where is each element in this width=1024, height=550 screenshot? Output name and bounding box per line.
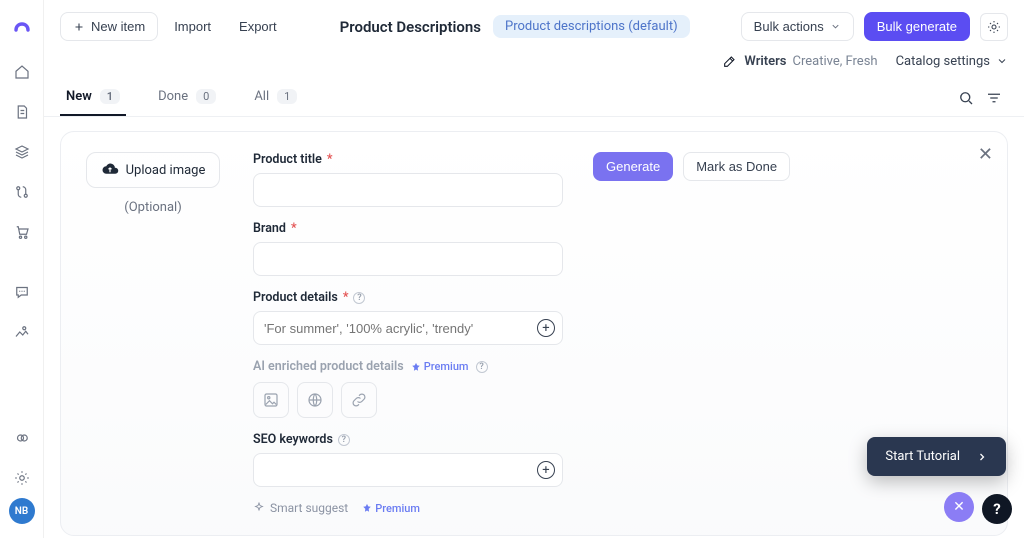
ai-enriched-label: AI enriched product details Premium ? xyxy=(253,359,563,374)
left-sidebar: NB xyxy=(0,0,44,538)
circles-icon[interactable] xyxy=(9,425,35,451)
bulk-actions-button[interactable]: Bulk actions xyxy=(741,12,854,41)
search-icon[interactable] xyxy=(952,84,980,112)
smart-suggest-button[interactable]: Smart suggest xyxy=(253,501,348,515)
product-details-input[interactable] xyxy=(253,311,563,345)
product-details-label: Product details* ? xyxy=(253,290,563,305)
upload-optional-label: (Optional) xyxy=(124,200,181,215)
seo-keywords-input[interactable] xyxy=(253,453,563,487)
seo-keywords-label: SEO keywords ? xyxy=(253,432,563,447)
document-icon[interactable] xyxy=(9,99,35,125)
new-item-button[interactable]: New item xyxy=(60,12,158,41)
git-compare-icon[interactable] xyxy=(9,179,35,205)
ai-link-icon[interactable] xyxy=(341,382,377,418)
add-detail-icon[interactable]: + xyxy=(537,319,555,337)
image-icon[interactable] xyxy=(9,319,35,345)
premium-badge: Premium xyxy=(411,360,469,373)
help-icon[interactable]: ? xyxy=(338,434,350,446)
start-tutorial-button[interactable]: Start Tutorial xyxy=(867,437,1006,476)
import-button[interactable]: Import xyxy=(162,13,223,40)
template-pill[interactable]: Product descriptions (default) xyxy=(493,15,690,38)
premium-badge: Premium xyxy=(362,502,420,515)
topbar: New item Import Export Product Descripti… xyxy=(44,0,1024,49)
mark-done-button[interactable]: Mark as Done xyxy=(683,152,790,181)
fab-help-button[interactable]: ? xyxy=(982,494,1012,524)
writers-selector[interactable]: Writers Creative, Fresh xyxy=(722,53,877,69)
close-card-icon[interactable]: ✕ xyxy=(978,144,993,165)
bulk-generate-button[interactable]: Bulk generate xyxy=(864,12,970,41)
tab-new[interactable]: New1 xyxy=(60,79,126,116)
product-title-label: Product title* xyxy=(253,152,563,167)
add-keyword-icon[interactable]: + xyxy=(537,461,555,479)
subheader: Writers Creative, Fresh Catalog settings xyxy=(44,49,1024,79)
cart-icon[interactable] xyxy=(9,219,35,245)
help-icon[interactable]: ? xyxy=(476,361,488,373)
generate-button[interactable]: Generate xyxy=(593,152,673,181)
tabs-row: New1 Done0 All1 xyxy=(44,79,1024,117)
tab-done[interactable]: Done0 xyxy=(152,79,222,116)
upload-image-button[interactable]: Upload image xyxy=(86,152,221,188)
fab-close-button[interactable]: ✕ xyxy=(944,492,974,522)
ai-image-icon[interactable] xyxy=(253,382,289,418)
home-icon[interactable] xyxy=(9,59,35,85)
app-logo[interactable] xyxy=(10,12,34,36)
chevron-right-icon xyxy=(976,451,988,463)
item-card: Upload image (Optional) Product title* B… xyxy=(60,131,1008,536)
settings-gear-icon[interactable] xyxy=(980,13,1008,41)
product-title-input[interactable] xyxy=(253,173,563,207)
brand-input[interactable] xyxy=(253,242,563,276)
filter-icon[interactable] xyxy=(980,84,1008,112)
user-avatar[interactable]: NB xyxy=(9,498,35,524)
export-button[interactable]: Export xyxy=(227,13,289,40)
tab-all[interactable]: All1 xyxy=(248,79,303,116)
settings-icon[interactable] xyxy=(9,465,35,491)
page-title: Product Descriptions xyxy=(340,18,481,36)
cloud-upload-icon xyxy=(101,161,119,179)
help-icon[interactable]: ? xyxy=(353,292,365,304)
layers-icon[interactable] xyxy=(9,139,35,165)
chat-icon[interactable] xyxy=(9,279,35,305)
ai-globe-icon[interactable] xyxy=(297,382,333,418)
catalog-settings-dropdown[interactable]: Catalog settings xyxy=(896,54,1008,69)
content: Upload image (Optional) Product title* B… xyxy=(44,117,1024,550)
brand-label: Brand* xyxy=(253,221,563,236)
